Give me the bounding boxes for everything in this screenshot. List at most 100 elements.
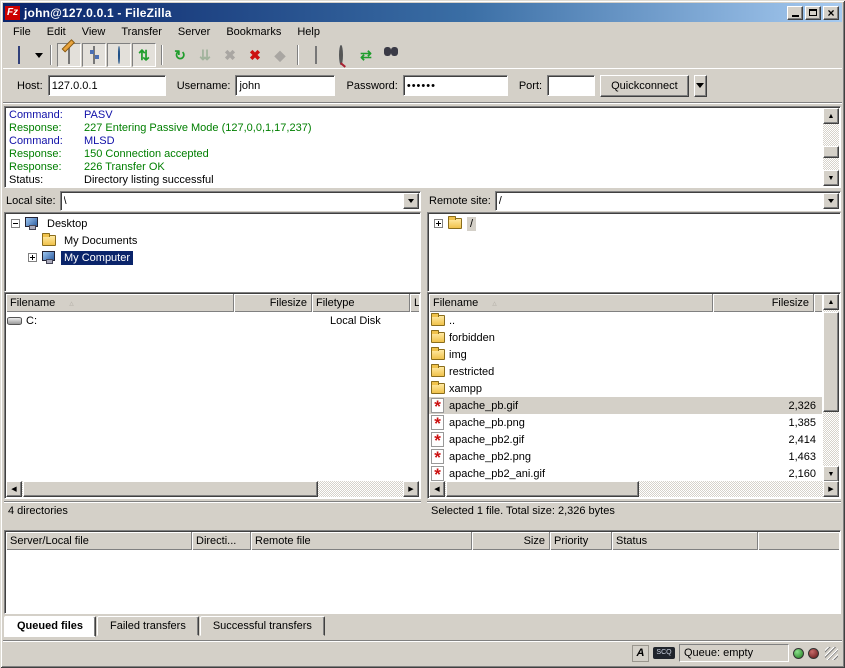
remote-site-dropdown-button[interactable] bbox=[823, 193, 839, 209]
scroll-up-icon[interactable]: ▲ bbox=[823, 108, 839, 124]
title-bar[interactable]: Fz john@127.0.0.1 - FileZilla × bbox=[3, 3, 842, 22]
find-files-button[interactable] bbox=[379, 43, 403, 67]
tree-item-label-selected[interactable]: / bbox=[467, 217, 476, 231]
password-input[interactable] bbox=[403, 75, 508, 96]
remote-horizontal-scrollbar[interactable]: ◀ ▶ bbox=[429, 481, 839, 497]
toggle-transfer-queue-button[interactable]: ⇅ bbox=[132, 43, 156, 67]
scrollbar-thumb[interactable] bbox=[823, 312, 839, 412]
tab-queued-files[interactable]: Queued files bbox=[4, 616, 96, 637]
file-row[interactable]: apache_pb2_ani.gif2,160 bbox=[429, 465, 822, 482]
transfer-type-indicator-icon[interactable]: A bbox=[632, 645, 649, 662]
remote-vertical-scrollbar[interactable]: ▲ ▼ bbox=[823, 294, 839, 482]
column-header-status[interactable]: Status bbox=[612, 532, 758, 550]
column-header-remote-file[interactable]: Remote file bbox=[251, 532, 472, 550]
file-row-selected[interactable]: apache_pb.gif2,326 bbox=[429, 397, 822, 414]
disconnect-button[interactable]: ✖ bbox=[243, 43, 267, 67]
username-label: Username: bbox=[177, 80, 231, 92]
menu-file[interactable]: File bbox=[5, 23, 39, 41]
scrollbar-thumb[interactable] bbox=[823, 146, 839, 158]
local-horizontal-scrollbar[interactable]: ◀ ▶ bbox=[6, 481, 419, 497]
refresh-button[interactable]: ↻ bbox=[168, 43, 192, 67]
tree-item-desktop[interactable]: Desktop bbox=[7, 215, 420, 232]
file-row[interactable]: apache_pb2.png1,463 bbox=[429, 448, 822, 465]
file-row[interactable]: apache_pb2.gif2,414 bbox=[429, 431, 822, 448]
resize-grip[interactable] bbox=[825, 647, 838, 660]
remote-site-value: / bbox=[499, 194, 822, 209]
column-header-size[interactable]: Size bbox=[472, 532, 550, 550]
file-row[interactable]: forbidden bbox=[429, 329, 822, 346]
quickconnect-button[interactable]: Quickconnect bbox=[600, 75, 689, 97]
file-size: 1,463 bbox=[722, 451, 822, 463]
collapse-icon[interactable] bbox=[11, 219, 20, 228]
tab-failed-transfers[interactable]: Failed transfers bbox=[97, 616, 199, 636]
sync-browsing-button[interactable]: ⇄ bbox=[354, 43, 378, 67]
process-queue-icon: ⇊ bbox=[197, 47, 214, 63]
remote-site-combobox[interactable]: / bbox=[495, 191, 841, 211]
expand-icon[interactable] bbox=[28, 253, 37, 262]
scroll-left-icon[interactable]: ◀ bbox=[6, 481, 22, 497]
scroll-right-icon[interactable]: ▶ bbox=[823, 481, 839, 497]
scroll-right-icon[interactable]: ▶ bbox=[403, 481, 419, 497]
site-manager-button[interactable] bbox=[7, 43, 31, 67]
toggle-local-tree-button[interactable] bbox=[82, 43, 106, 67]
file-name: .. bbox=[449, 315, 722, 327]
expand-icon[interactable] bbox=[434, 219, 443, 228]
column-header-direction[interactable]: Directi... bbox=[192, 532, 251, 550]
tree-item-label[interactable]: My Documents bbox=[61, 234, 140, 248]
tree-item-label[interactable]: Desktop bbox=[44, 217, 90, 231]
column-header-filetype[interactable]: Filetype bbox=[312, 294, 410, 312]
reconnect-icon: ◆ bbox=[272, 47, 289, 63]
toggle-remote-tree-button[interactable] bbox=[107, 43, 131, 67]
log-message: Directory listing successful bbox=[84, 174, 214, 186]
file-row[interactable]: .. bbox=[429, 312, 822, 329]
quickconnect-dropdown-button[interactable] bbox=[694, 75, 707, 97]
menu-help[interactable]: Help bbox=[289, 23, 328, 41]
menu-bookmarks[interactable]: Bookmarks bbox=[218, 23, 289, 41]
column-header-filesize[interactable]: Filesize bbox=[234, 294, 312, 312]
file-row[interactable]: restricted bbox=[429, 363, 822, 380]
host-input[interactable] bbox=[48, 75, 166, 96]
menu-server[interactable]: Server bbox=[170, 23, 218, 41]
maximize-button[interactable] bbox=[805, 6, 821, 20]
speed-limit-indicator-icon[interactable]: SCQ bbox=[653, 647, 675, 659]
disk-drive-icon bbox=[7, 313, 24, 328]
tree-item-my-computer[interactable]: My Computer bbox=[7, 249, 420, 266]
compare-button[interactable] bbox=[329, 43, 353, 67]
minimize-button[interactable] bbox=[787, 6, 803, 20]
file-row[interactable]: apache_pb.png1,385 bbox=[429, 414, 822, 431]
local-site-combobox[interactable]: \ bbox=[60, 191, 421, 211]
tree-item-my-documents[interactable]: My Documents bbox=[7, 232, 420, 249]
file-row[interactable]: xampp bbox=[429, 380, 822, 397]
refresh-icon: ↻ bbox=[172, 47, 189, 63]
close-button[interactable]: × bbox=[823, 6, 839, 20]
menu-transfer[interactable]: Transfer bbox=[113, 23, 170, 41]
column-header-priority[interactable]: Priority bbox=[550, 532, 612, 550]
username-input[interactable] bbox=[235, 75, 335, 96]
local-site-dropdown-button[interactable] bbox=[403, 193, 419, 209]
scrollbar-thumb[interactable] bbox=[446, 481, 639, 497]
scrollbar-thumb[interactable] bbox=[23, 481, 318, 497]
menu-view[interactable]: View bbox=[74, 23, 114, 41]
scroll-up-icon[interactable]: ▲ bbox=[823, 294, 839, 310]
menu-edit[interactable]: Edit bbox=[39, 23, 74, 41]
column-header-lastmodified[interactable]: L bbox=[410, 294, 419, 312]
column-header-filename[interactable]: Filename▵ bbox=[429, 294, 713, 312]
file-row[interactable]: img bbox=[429, 346, 822, 363]
port-input[interactable] bbox=[547, 75, 595, 96]
scroll-left-icon[interactable]: ◀ bbox=[429, 481, 445, 497]
column-header-filename[interactable]: Filename▵ bbox=[6, 294, 234, 312]
tab-successful-transfers[interactable]: Successful transfers bbox=[200, 616, 325, 636]
log-scrollbar[interactable]: ▲ ▼ bbox=[823, 108, 839, 186]
toggle-message-log-button[interactable] bbox=[57, 43, 81, 67]
menu-bar: File Edit View Transfer Server Bookmarks… bbox=[3, 22, 842, 42]
filter-button[interactable] bbox=[304, 43, 328, 67]
file-row-c-drive[interactable]: C: Local Disk bbox=[6, 312, 419, 329]
tree-item-label-selected[interactable]: My Computer bbox=[61, 251, 133, 265]
app-logo-icon: Fz bbox=[5, 6, 20, 20]
column-header-filesize[interactable]: Filesize bbox=[713, 294, 814, 312]
column-header-server-local-file[interactable]: Server/Local file bbox=[6, 532, 192, 550]
scroll-down-icon[interactable]: ▼ bbox=[823, 170, 839, 186]
site-manager-dropdown-button[interactable] bbox=[32, 43, 45, 67]
tree-item-root[interactable]: / bbox=[430, 215, 840, 232]
scroll-down-icon[interactable]: ▼ bbox=[823, 466, 839, 482]
